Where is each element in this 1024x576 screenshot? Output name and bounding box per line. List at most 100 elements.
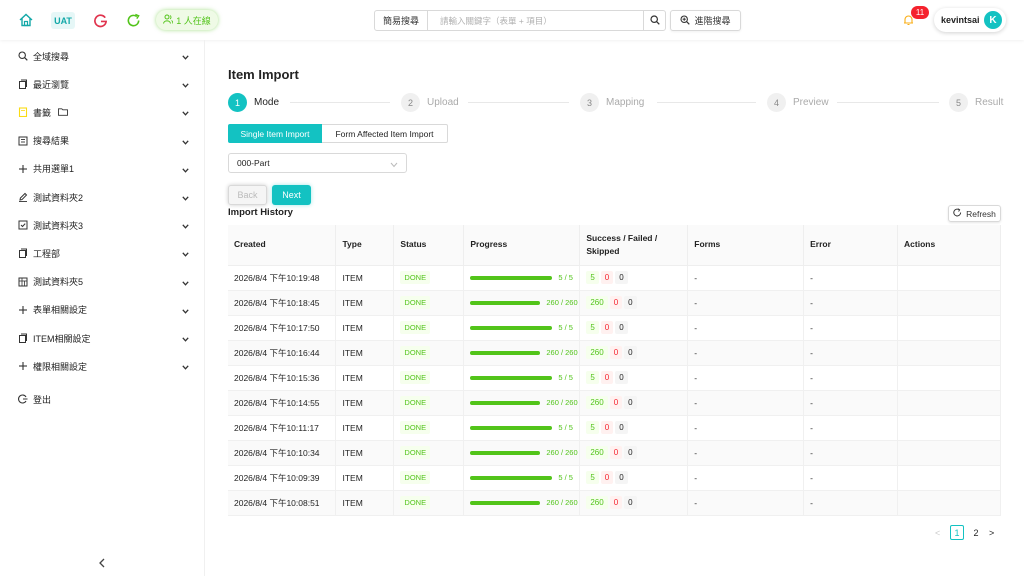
result-cell: 260 0 0 — [579, 290, 689, 316]
sidebar-item[interactable]: 書籤 — [0, 100, 205, 124]
progress-fill — [470, 300, 541, 305]
progress-cell: 260 / 260 — [463, 490, 581, 516]
table-row: 2026/8/4 下午10:18:45 ITEM DONE 260 / 260 260 0… — [228, 290, 1001, 316]
google-icon[interactable] — [90, 10, 110, 30]
sidebar-item[interactable]: 權限相關設定 — [0, 354, 205, 378]
item-type-select[interactable]: 000-Part — [228, 153, 407, 173]
created-cell: 2026/8/4 下午10:17:50 — [228, 315, 337, 341]
chevron-down-icon — [182, 334, 189, 344]
error-cell: - — [803, 465, 899, 491]
chevron-down-icon — [182, 278, 189, 288]
failed-count: 0 — [600, 271, 614, 284]
sidebar-item[interactable]: 登出 — [0, 387, 205, 411]
next-page-button[interactable]: > — [989, 525, 994, 540]
type-cell: ITEM — [335, 265, 395, 291]
status-badge: DONE — [400, 496, 431, 509]
progress-bar: 260 / 260 — [470, 398, 579, 407]
sidebar-item[interactable]: 測試資料夾2 — [0, 185, 205, 209]
type-cell: ITEM — [335, 415, 395, 441]
sidebar-item[interactable]: 最近瀏覽 — [0, 72, 205, 96]
step-label: Mode — [254, 97, 280, 108]
progress-cell: 5 / 5 — [463, 265, 581, 291]
created-cell: 2026/8/4 下午10:15:36 — [228, 365, 337, 391]
failed-count: 0 — [609, 496, 623, 509]
prev-page-button[interactable]: < — [935, 525, 940, 540]
progress-text: 260 / 260 — [546, 348, 578, 357]
page-1-button[interactable]: 1 — [950, 525, 964, 540]
success-count: 260 — [586, 396, 608, 409]
sidebar-item-label: 測試資料夾3 — [33, 220, 84, 231]
status-cell: DONE — [393, 415, 465, 441]
sidebar-item[interactable]: ITEM相關設定 — [0, 326, 205, 350]
sidebar-item[interactable]: 全域搜尋 — [0, 44, 205, 68]
chevron-down-icon — [182, 221, 189, 231]
error-cell: - — [803, 265, 899, 291]
progress-text: 260 / 260 — [546, 398, 578, 407]
created-cell: 2026/8/4 下午10:11:17 — [228, 415, 337, 441]
sidebar-item[interactable]: 測試資料夾3 — [0, 213, 205, 237]
step-mode: 1 Mode — [228, 93, 279, 112]
collapse-sidebar-icon[interactable] — [98, 555, 106, 573]
sidebar-item[interactable]: 共用選單1 — [0, 157, 205, 181]
actions-cell — [897, 490, 1001, 516]
step-label: Mapping — [606, 97, 645, 108]
progress-cell: 5 / 5 — [463, 365, 581, 391]
sidebar-item[interactable]: 表單相關設定 — [0, 298, 205, 322]
type-cell: ITEM — [335, 340, 395, 366]
skipped-count: 0 — [615, 421, 628, 434]
actions-cell — [897, 315, 1001, 341]
result-cell: 260 0 0 — [579, 490, 689, 516]
actions-cell — [897, 340, 1001, 366]
success-count: 5 — [586, 371, 599, 384]
type-cell: ITEM — [335, 440, 395, 466]
status-badge: DONE — [400, 371, 431, 384]
user-menu[interactable]: kevintsai K — [934, 8, 1006, 32]
sidebar-item[interactable]: 測試資料夾5 — [0, 270, 205, 294]
progress-cell: 260 / 260 — [463, 390, 581, 416]
home-icon[interactable] — [16, 10, 36, 30]
logout-icon — [18, 394, 28, 404]
search-mode-select[interactable]: 簡易搜尋 — [375, 11, 428, 30]
back-button[interactable]: Back — [228, 185, 267, 205]
next-button[interactable]: Next — [272, 185, 311, 205]
success-count: 260 — [586, 296, 608, 309]
online-users-badge: 1 人在線 — [156, 10, 218, 30]
step-connector — [468, 102, 569, 103]
advanced-search-button[interactable]: 進階搜尋 — [670, 10, 741, 31]
forms-cell: - — [687, 465, 805, 491]
type-cell: ITEM — [335, 315, 395, 341]
step-number: 3 — [580, 93, 599, 112]
failed-count: 0 — [609, 346, 623, 359]
created-cell: 2026/8/4 下午10:19:48 — [228, 265, 337, 291]
advanced-search-label: 進階搜尋 — [694, 16, 731, 26]
actions-cell — [897, 265, 1001, 291]
status-badge: DONE — [400, 321, 431, 334]
chevron-down-icon — [182, 108, 189, 118]
skipped-count: 0 — [615, 371, 628, 384]
step-result: 5 Result — [949, 93, 1003, 112]
progress-text: 5 / 5 — [558, 323, 573, 332]
step-number: 5 — [949, 93, 968, 112]
search-button[interactable] — [643, 11, 665, 30]
sidebar-item-label: 搜尋結果 — [33, 136, 70, 147]
plus-icon — [18, 361, 28, 371]
tab-form-affected-item-import[interactable]: Form Affected Item Import — [322, 124, 448, 143]
sidebar-item[interactable]: 工程部 — [0, 241, 205, 265]
refresh-button[interactable]: Refresh — [948, 205, 1001, 222]
sidebar-item[interactable]: 搜尋結果 — [0, 129, 205, 153]
refresh-icon[interactable] — [123, 10, 143, 30]
failed-count: 0 — [609, 296, 623, 309]
search-input[interactable] — [428, 11, 643, 30]
tab-single-item-import[interactable]: Single Item Import — [228, 124, 322, 143]
result-cell: 260 0 0 — [579, 440, 689, 466]
success-count: 260 — [586, 446, 608, 459]
status-cell: DONE — [393, 490, 465, 516]
page-2-button[interactable]: 2 — [969, 525, 983, 540]
actions-cell — [897, 290, 1001, 316]
created-cell: 2026/8/4 下午10:14:55 — [228, 390, 337, 416]
column-header: Error — [803, 225, 899, 266]
import-history-title: Import History — [228, 207, 293, 218]
sidebar-item-label: 權限相關設定 — [33, 361, 88, 372]
status-cell: DONE — [393, 340, 465, 366]
forms-cell: - — [687, 440, 805, 466]
